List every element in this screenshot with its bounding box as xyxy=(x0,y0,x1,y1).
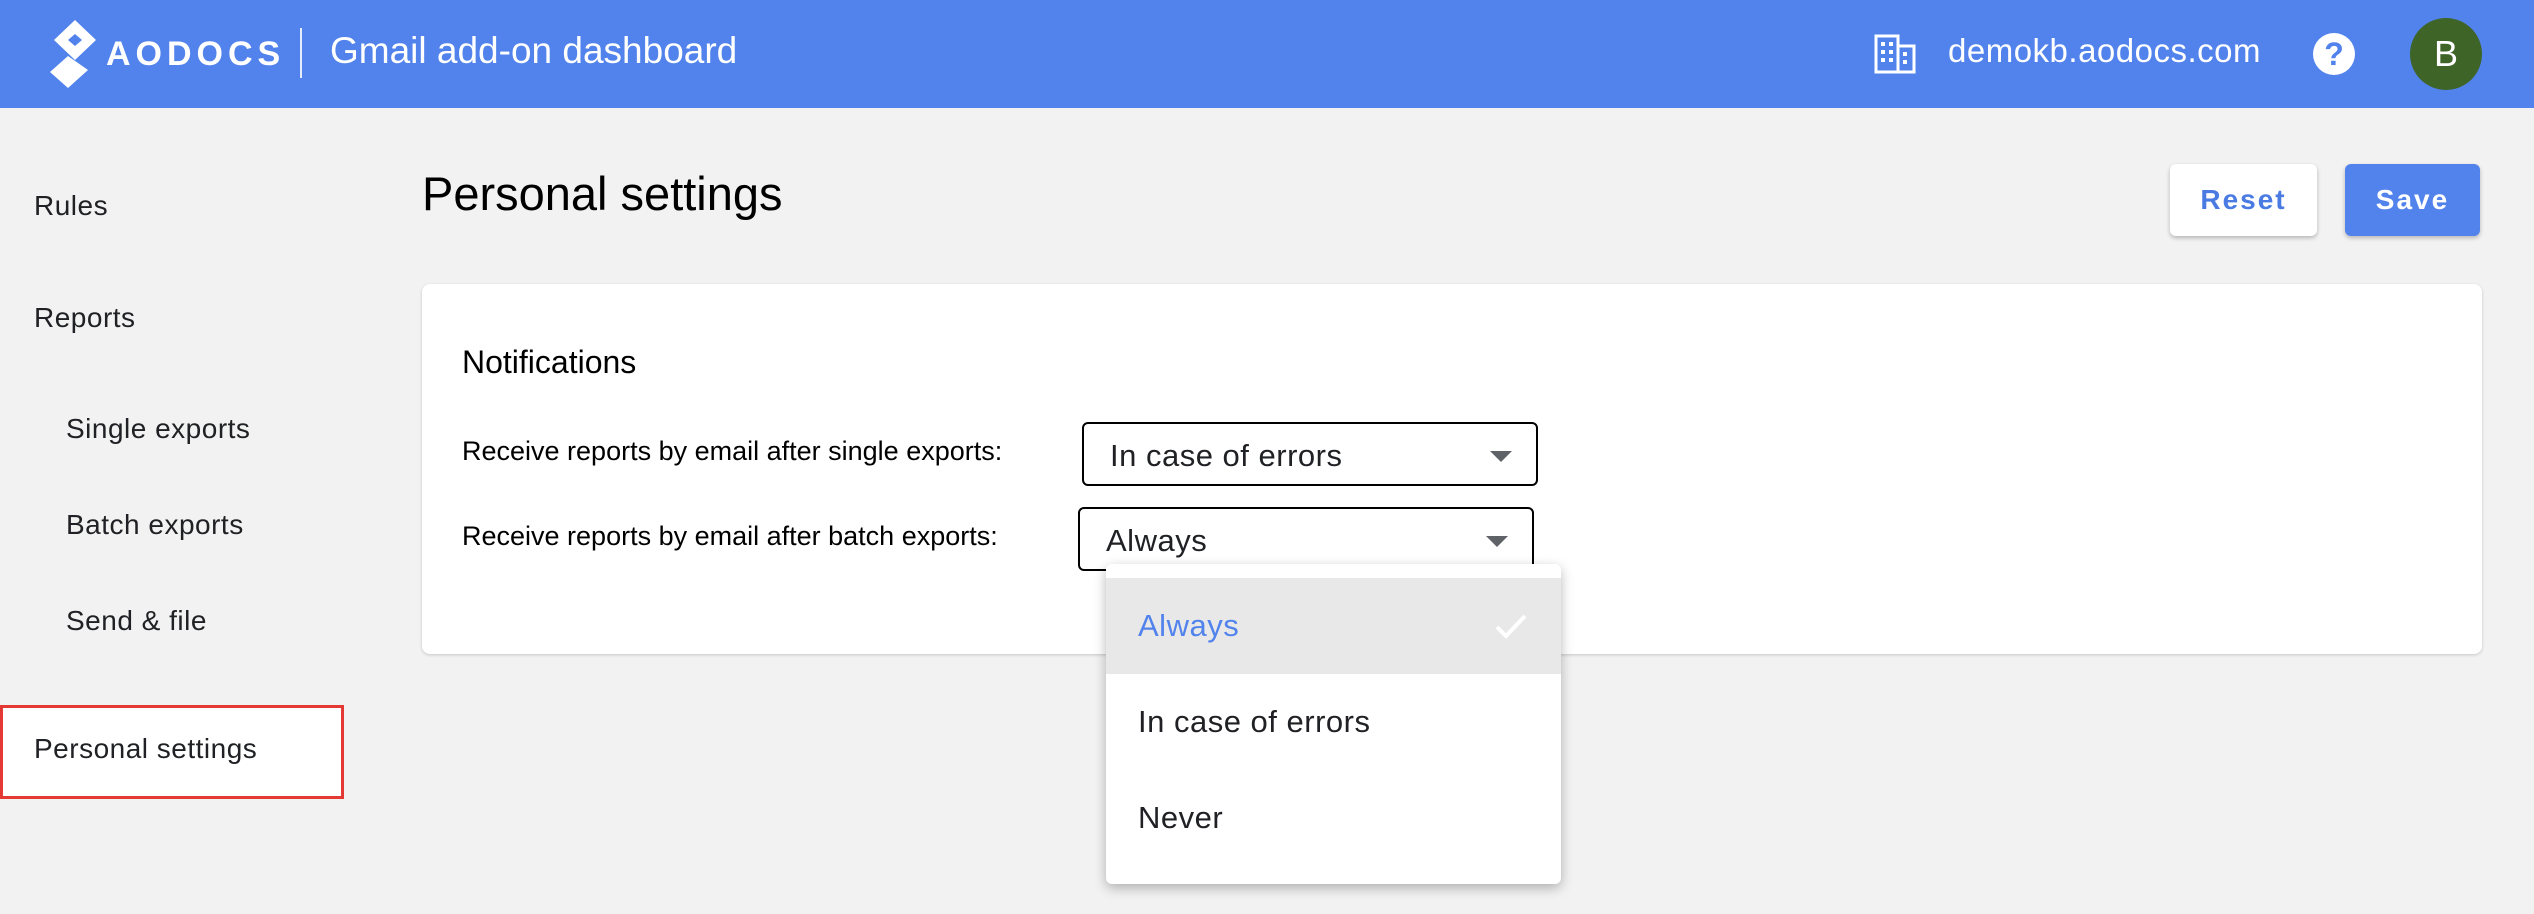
batch-exports-dropdown-menu: Always In case of errors Never xyxy=(1106,564,1561,884)
building-icon xyxy=(1874,34,1916,74)
sidebar-item-send-and-file[interactable]: Send & file xyxy=(66,605,207,637)
single-exports-value: In case of errors xyxy=(1110,438,1343,473)
aodocs-logo-icon xyxy=(50,20,96,88)
batch-exports-value: Always xyxy=(1106,523,1208,558)
domain-name: demokb.aodocs.com xyxy=(1948,32,2261,69)
header-divider xyxy=(300,28,302,78)
batch-exports-label: Receive reports by email after batch exp… xyxy=(462,521,998,551)
single-exports-label: Receive reports by email after single ex… xyxy=(462,436,1003,466)
dropdown-option-label: In case of errors xyxy=(1138,704,1371,739)
aodocs-logo[interactable]: AODOCS xyxy=(48,18,285,90)
help-icon[interactable]: ? xyxy=(2313,33,2355,75)
logo-text: AODOCS xyxy=(106,34,286,73)
sidebar-item-batch-exports[interactable]: Batch exports xyxy=(66,509,244,541)
dropdown-option-label: Never xyxy=(1138,800,1224,835)
single-exports-select[interactable]: In case of errors xyxy=(1082,422,1538,486)
batch-exports-select[interactable]: Always xyxy=(1078,507,1534,571)
save-button[interactable]: Save xyxy=(2345,164,2480,236)
sidebar-item-single-exports[interactable]: Single exports xyxy=(66,413,250,445)
dropdown-option-never[interactable]: Never xyxy=(1106,770,1561,866)
reset-button[interactable]: Reset xyxy=(2170,164,2317,236)
notifications-title: Notifications xyxy=(462,344,637,380)
dropdown-option-in-case-of-errors[interactable]: In case of errors xyxy=(1106,674,1561,770)
dropdown-arrow-icon xyxy=(1486,536,1508,547)
sidebar-nav: Rules Reports Single exports Batch expor… xyxy=(0,108,350,914)
avatar[interactable]: B xyxy=(2410,18,2482,90)
sidebar-item-rules[interactable]: Rules xyxy=(34,190,108,222)
top-app-bar: AODOCS Gmail add-on dashboard demokb.aod… xyxy=(0,0,2534,108)
sidebar-item-personal-settings[interactable]: Personal settings xyxy=(34,733,257,765)
dropdown-arrow-icon xyxy=(1490,451,1512,462)
app-title: Gmail add-on dashboard xyxy=(330,30,738,71)
page-title: Personal settings xyxy=(422,167,783,220)
dropdown-option-always[interactable]: Always xyxy=(1106,578,1561,674)
dropdown-option-label: Always xyxy=(1138,608,1240,643)
check-icon xyxy=(1495,614,1527,639)
sidebar-item-reports[interactable]: Reports xyxy=(34,302,136,334)
